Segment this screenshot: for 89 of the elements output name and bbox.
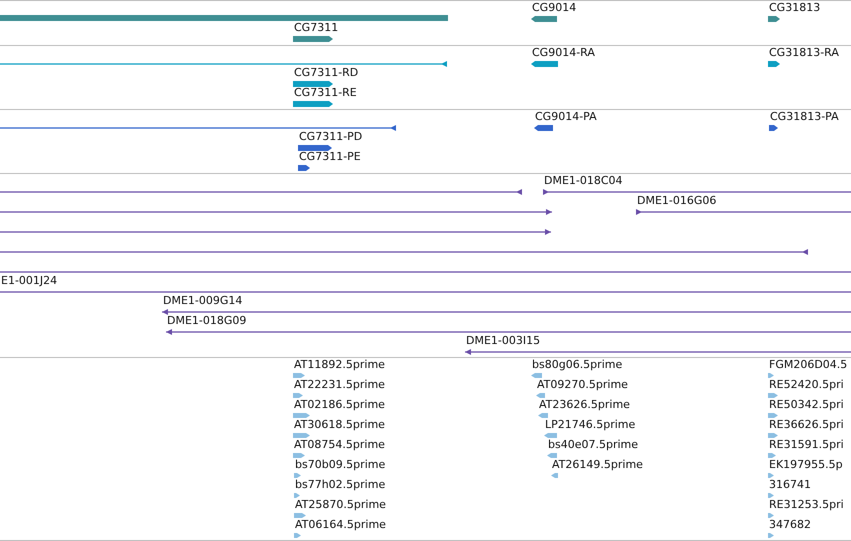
feature-label: AT22231.5prime bbox=[294, 379, 385, 391]
est-glyph[interactable] bbox=[768, 453, 776, 458]
feature-label: AT11892.5prime bbox=[294, 359, 385, 371]
est-glyph[interactable] bbox=[293, 373, 305, 378]
feature-label: DME1-018G09 bbox=[167, 315, 246, 327]
gene-glyph[interactable] bbox=[531, 16, 557, 22]
feature-label: bs80g06.5prime bbox=[532, 359, 622, 371]
est-glyph[interactable] bbox=[768, 413, 778, 418]
feature-label: DME1-016G06 bbox=[637, 195, 716, 207]
feature-label: AT25870.5prime bbox=[295, 499, 386, 511]
transcript-glyph[interactable] bbox=[531, 61, 558, 67]
feature-label: E1-001J24 bbox=[1, 275, 58, 287]
est-glyph[interactable] bbox=[294, 513, 306, 518]
clone-glyph[interactable] bbox=[162, 309, 851, 315]
feature-label: CG9014-RA bbox=[532, 47, 595, 59]
feature-label: AT26149.5prime bbox=[552, 459, 643, 471]
feature-label: AT08754.5prime bbox=[294, 439, 385, 451]
feature-label: DME1-018C04 bbox=[544, 175, 623, 187]
feature-label: 347682 bbox=[769, 519, 811, 531]
est-glyph[interactable] bbox=[293, 413, 310, 418]
clone-glyph[interactable] bbox=[166, 329, 851, 335]
feature-label: RE31591.5pri bbox=[769, 439, 844, 451]
est-glyph[interactable] bbox=[293, 433, 310, 438]
feature-label: bs70b09.5prime bbox=[295, 459, 386, 471]
feature-label: CG31813 bbox=[769, 2, 820, 14]
est-glyph[interactable] bbox=[768, 533, 774, 538]
transcript-glyph[interactable] bbox=[0, 61, 447, 67]
feature-label: CG7311-PD bbox=[299, 131, 362, 143]
est-glyph[interactable] bbox=[531, 373, 542, 378]
feature-label: CG31813-PA bbox=[770, 111, 839, 123]
feature-label: RE36626.5pri bbox=[769, 419, 844, 431]
feature-label: CG7311-RD bbox=[294, 67, 358, 79]
transcript-glyph[interactable] bbox=[293, 81, 333, 87]
protein-glyph[interactable] bbox=[298, 145, 332, 151]
gene-glyph[interactable] bbox=[293, 36, 333, 42]
est-glyph[interactable] bbox=[294, 473, 301, 478]
clone-glyph[interactable] bbox=[0, 209, 552, 215]
gene-glyph[interactable] bbox=[768, 16, 780, 22]
protein-glyph[interactable] bbox=[0, 125, 396, 131]
feature-label: CG7311-RE bbox=[294, 87, 357, 99]
clone-glyph[interactable] bbox=[0, 269, 851, 275]
feature-label: RE52420.5pri bbox=[769, 379, 844, 391]
feature-label: AT30618.5prime bbox=[294, 419, 385, 431]
feature-label: bs77h02.5prime bbox=[295, 479, 386, 491]
clone-glyph[interactable] bbox=[0, 249, 808, 255]
est-glyph[interactable] bbox=[293, 453, 305, 458]
est-glyph[interactable] bbox=[768, 493, 774, 498]
feature-label: CG9014-PA bbox=[535, 111, 597, 123]
feature-label: DME1-003I15 bbox=[466, 335, 540, 347]
protein-glyph[interactable] bbox=[534, 125, 553, 131]
clone-glyph[interactable] bbox=[0, 189, 522, 195]
est-glyph[interactable] bbox=[768, 393, 778, 398]
feature-label: AT23626.5prime bbox=[539, 399, 630, 411]
clone-glyph[interactable] bbox=[636, 209, 851, 215]
feature-label: 316741 bbox=[769, 479, 811, 491]
feature-label: EK197955.5p bbox=[769, 459, 843, 471]
est-glyph[interactable] bbox=[768, 373, 774, 378]
transcript-glyph[interactable] bbox=[293, 101, 333, 107]
est-glyph[interactable] bbox=[293, 393, 303, 398]
clone-glyph[interactable] bbox=[465, 349, 851, 355]
est-glyph[interactable] bbox=[294, 533, 301, 538]
feature-label: CG7311 bbox=[294, 22, 338, 34]
est-glyph[interactable] bbox=[538, 413, 548, 418]
transcript-glyph[interactable] bbox=[768, 61, 780, 67]
feature-label: CG9014 bbox=[532, 2, 576, 14]
feature-label: AT06164.5prime bbox=[295, 519, 386, 531]
protein-glyph[interactable] bbox=[769, 125, 778, 131]
est-glyph[interactable] bbox=[547, 453, 557, 458]
clone-glyph[interactable] bbox=[0, 289, 851, 295]
clone-glyph[interactable] bbox=[543, 189, 851, 195]
feature-label: CG7311-PE bbox=[299, 151, 361, 163]
est-glyph[interactable] bbox=[551, 473, 558, 478]
feature-label: LP21746.5prime bbox=[545, 419, 636, 431]
est-glyph[interactable] bbox=[544, 433, 557, 438]
est-glyph[interactable] bbox=[768, 473, 774, 478]
est-glyph[interactable] bbox=[768, 433, 778, 438]
est-glyph[interactable] bbox=[294, 493, 300, 498]
feature-label: RE50342.5pri bbox=[769, 399, 844, 411]
protein-glyph[interactable] bbox=[298, 165, 310, 171]
feature-label: DME1-009G14 bbox=[163, 295, 242, 307]
feature-label: AT09270.5prime bbox=[537, 379, 628, 391]
est-glyph[interactable] bbox=[536, 393, 545, 398]
feature-label: FGM206D04.5 bbox=[769, 359, 848, 371]
feature-label: RE31253.5pri bbox=[769, 499, 844, 511]
clone-glyph[interactable] bbox=[0, 229, 551, 235]
feature-label: AT02186.5prime bbox=[294, 399, 385, 411]
feature-label: bs40e07.5prime bbox=[548, 439, 638, 451]
est-glyph[interactable] bbox=[768, 513, 774, 518]
feature-label: CG31813-RA bbox=[769, 47, 839, 59]
